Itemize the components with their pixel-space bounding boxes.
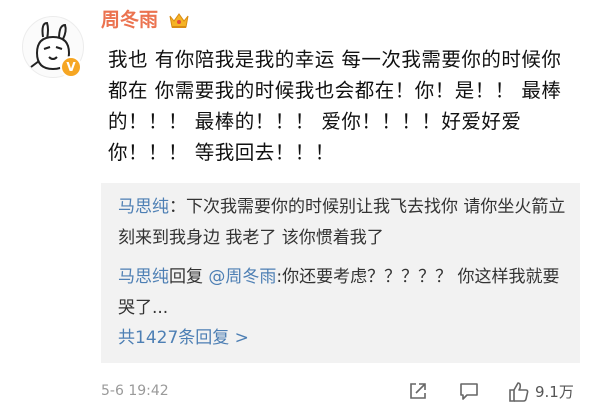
more-replies-link[interactable]: 共1427条回复 > (118, 326, 249, 350)
reply-text: 下次我需要你的时候别让我飞去找你 请你坐火箭立刻来到我身边 我老了 该你惯着我了 (118, 197, 566, 248)
share-icon (410, 383, 426, 399)
like-count: 9.1万 (535, 383, 574, 401)
reply-word: 回复 (169, 267, 203, 287)
reply-author[interactable]: 马思纯 (118, 197, 169, 217)
reply-section: 马思纯：下次我需要你的时候别让我飞去找你 请你坐火箭立刻来到我身边 我老了 该你… (101, 183, 580, 363)
reply-author[interactable]: 马思纯 (118, 267, 169, 287)
weibo-comment-card: V 周冬雨 我也 有你陪我是我的幸运 每一次我需要你的时候你都在 你需要我的时候… (0, 0, 600, 409)
crown-icon (169, 13, 189, 28)
comment-icon (460, 383, 478, 400)
reply-mention[interactable]: @周冬雨 (208, 267, 276, 287)
verified-badge: V (60, 56, 82, 78)
timestamp: 5-6 19:42 (101, 383, 169, 399)
post-content: 我也 有你陪我是我的幸运 每一次我需要你的时候你都在 你需要我的时候我也会都在！… (108, 48, 562, 164)
share-button[interactable] (407, 380, 431, 404)
comment-button[interactable] (458, 380, 482, 404)
reply-separator: ： (169, 197, 186, 217)
username[interactable]: 周冬雨 (101, 8, 158, 32)
reply-item[interactable]: 马思纯回复 @周冬雨:你还要考虑？？？？？ 你这样我就要哭了... (118, 262, 568, 324)
thumbs-up-icon (509, 382, 529, 402)
like-button[interactable]: 9.1万 (507, 380, 587, 404)
reply-item[interactable]: 马思纯：下次我需要你的时候别让我飞去找你 请你坐火箭立刻来到我身边 我老了 该你… (118, 192, 568, 254)
post-footer: 5-6 19:42 9.1万 (101, 380, 581, 404)
